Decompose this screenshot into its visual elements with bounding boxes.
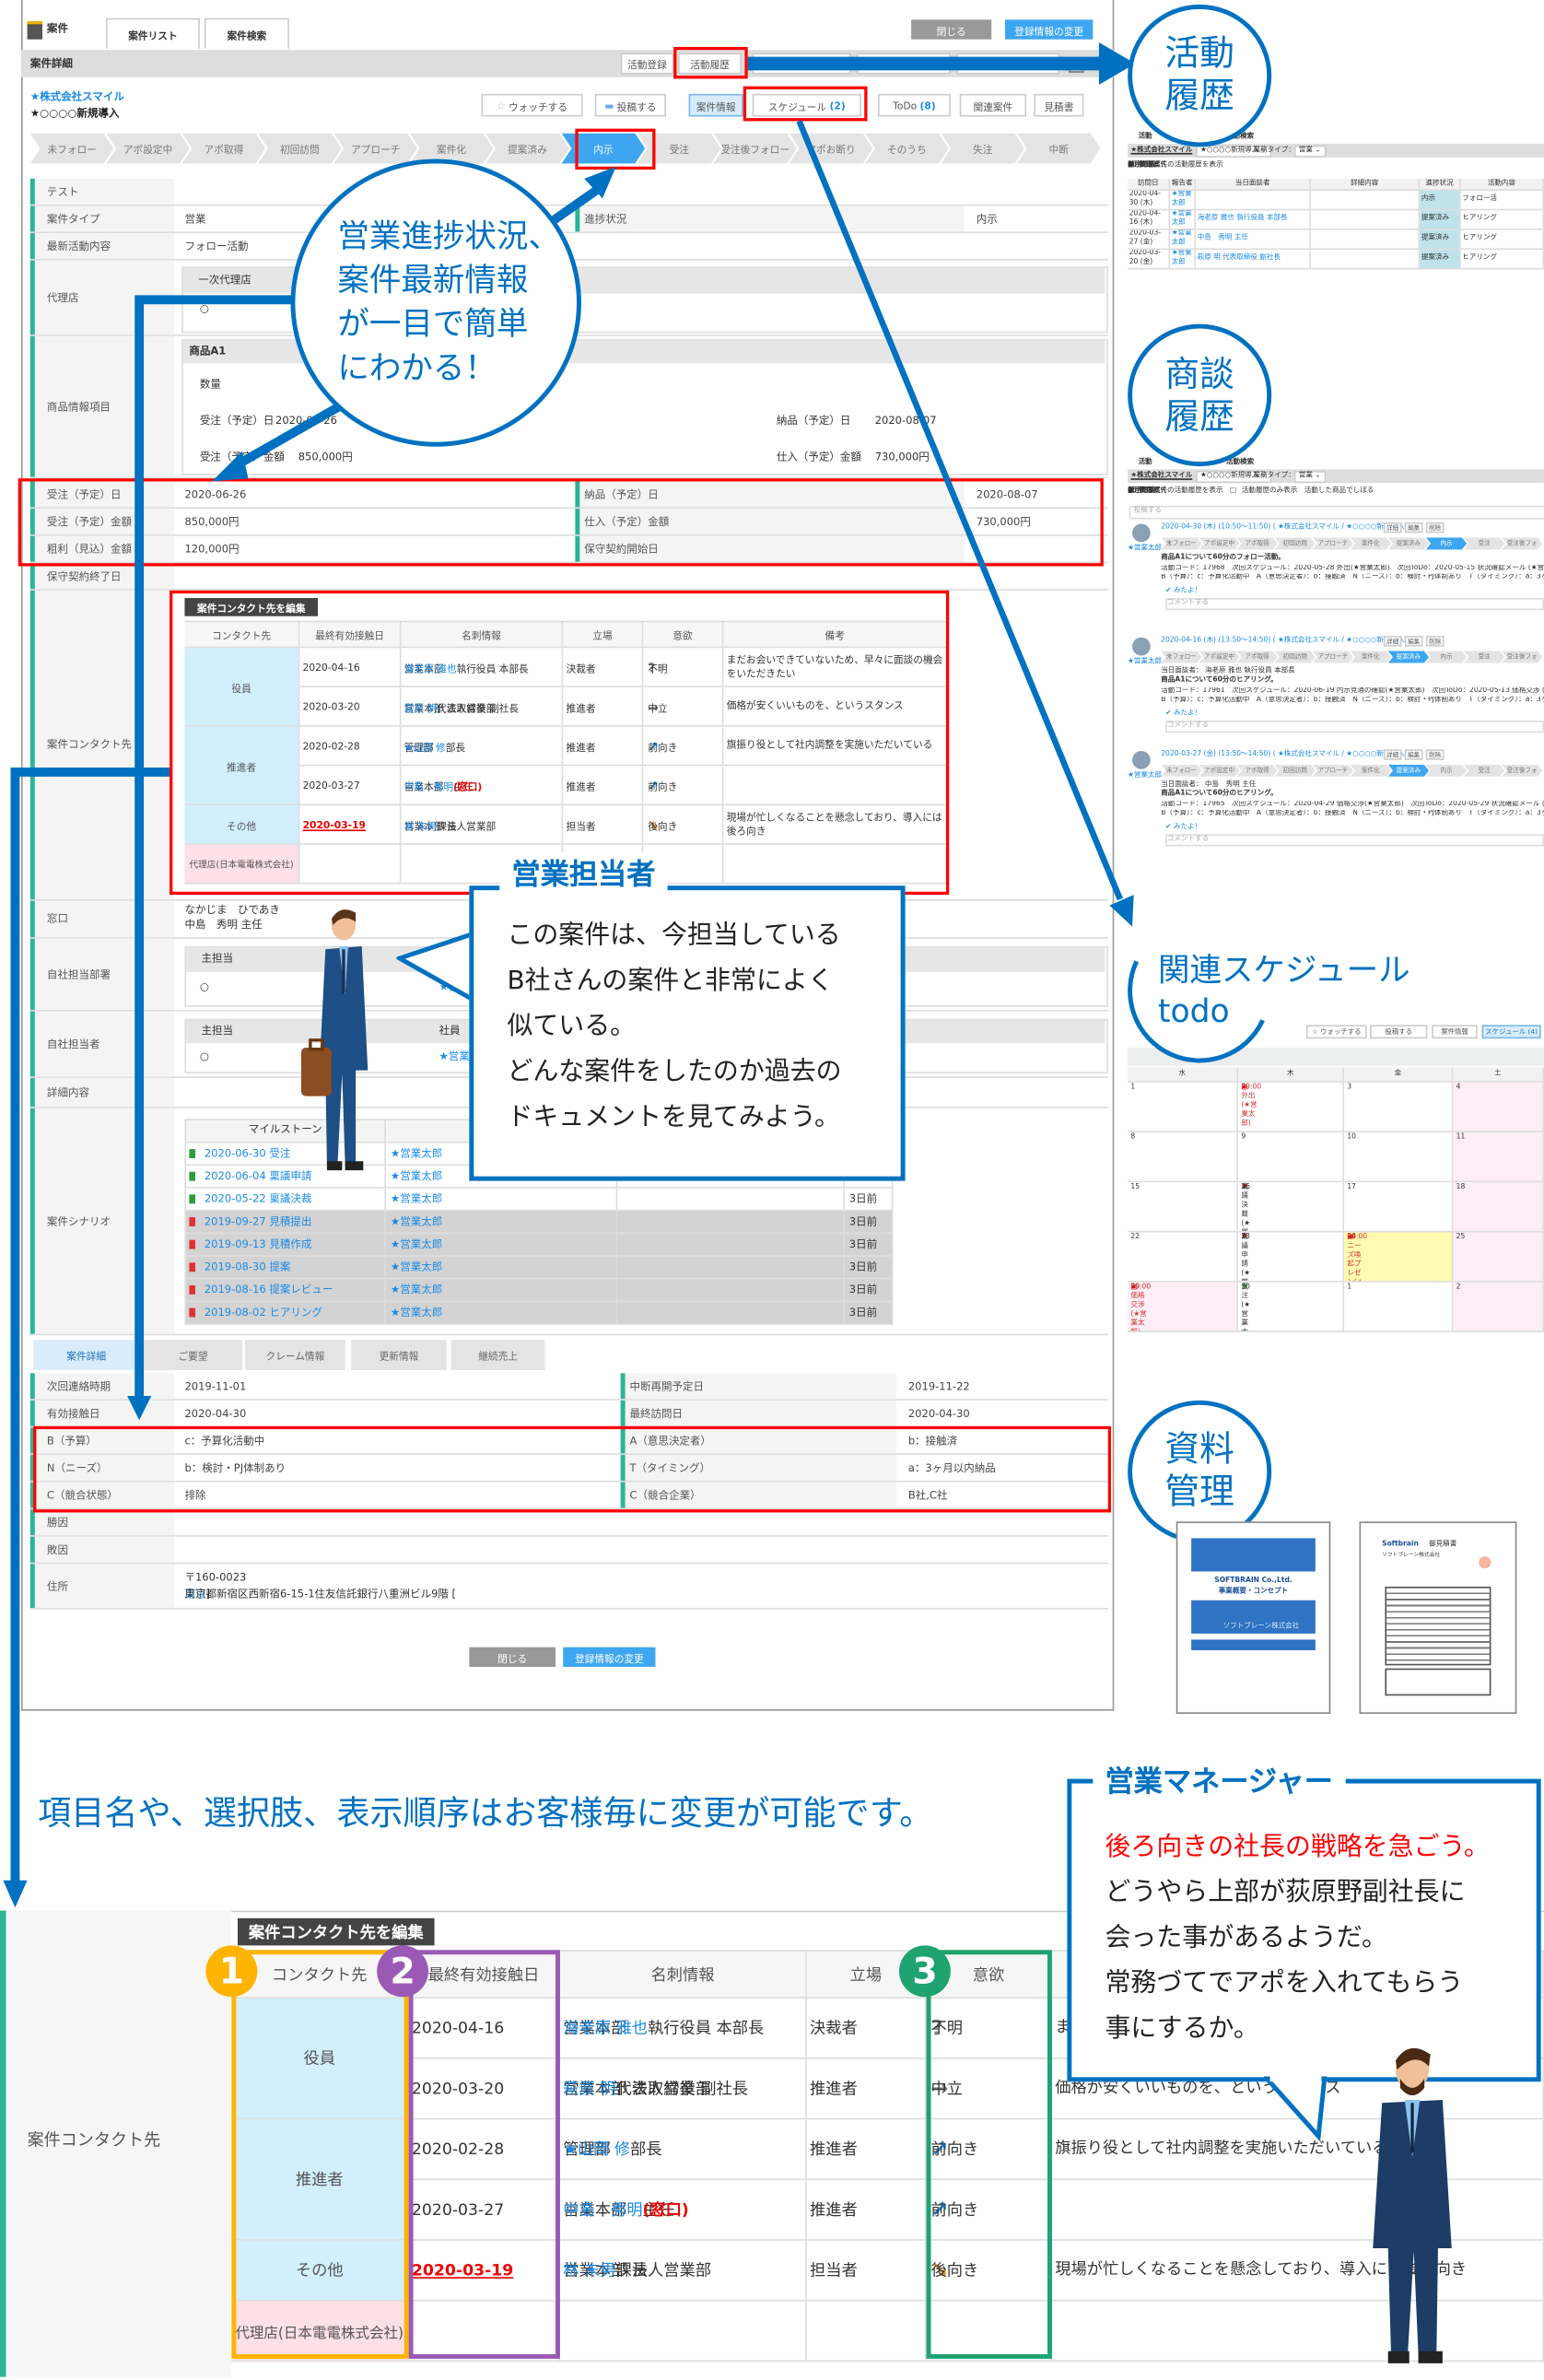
manager-highlight: 後ろ向きの社長の戦略を急ごう。 <box>1105 1832 1490 1863</box>
speech-tail <box>396 931 475 1003</box>
sales-rep-line: ドキュメントを見てみよう。 <box>507 1102 840 1133</box>
doc-company: ソフトブレーン株式会社 <box>1382 1552 1441 1558</box>
doc-title: 事業概要・コンセプト <box>1218 1588 1289 1596</box>
manager-illustration <box>1373 2047 1452 2363</box>
label-line: 資料 <box>1164 1430 1234 1471</box>
arrow-to-bant <box>135 295 294 1401</box>
arrowhead-icon <box>3 1880 28 1908</box>
doc-logo: SOFTBRAIN Co.,Ltd. <box>1214 1577 1293 1586</box>
remarks-box <box>1385 1668 1491 1696</box>
footer-bar <box>1191 1639 1316 1650</box>
activity-history-label: 活動 履歴 <box>1128 33 1271 118</box>
bubble-line: にわかる！ <box>337 349 497 386</box>
sales-rep-line: どんな案件をしたのか過去の <box>507 1056 842 1087</box>
bubble-line: 案件最新情報 <box>337 262 529 299</box>
cloud-banner <box>1191 1538 1316 1572</box>
manager-line: 事にするか。 <box>1105 2013 1259 2045</box>
label-line: 活動 <box>1164 34 1234 75</box>
arrow-to-schedule <box>796 120 1123 901</box>
quote-lines <box>1385 1586 1491 1666</box>
label-line: 商談 <box>1164 356 1234 395</box>
deal-history-label: 商談 履歴 <box>1128 354 1271 439</box>
bubble-line: 営業進捗状況、 <box>337 217 560 255</box>
manager-line: 会った事があるようだ。 <box>1105 1922 1387 1953</box>
label-line: 管理 <box>1164 1472 1234 1513</box>
manager-line: 常務づてでアポを入れてもらう <box>1105 1968 1464 1999</box>
seal-icon <box>1479 1556 1491 1569</box>
arrow-to-zoomed-table <box>10 768 170 1885</box>
sales-rep-line: この案件は、今担当している <box>507 920 841 951</box>
label-line: todo <box>1157 992 1230 1030</box>
label-line: 履歴 <box>1164 76 1234 117</box>
arrowhead-icon <box>1109 895 1134 927</box>
documents-label: 資料 管理 <box>1128 1429 1271 1514</box>
arrow-to-amounts <box>232 402 344 471</box>
progress-bubble-text: 営業進捗状況、 案件最新情報 が一目で簡単 にわかる！ <box>337 215 560 391</box>
sales-rep-line: B社さんの案件と非常によく <box>507 966 834 997</box>
bubble-line: が一目で簡単 <box>337 305 529 343</box>
arrowhead-icon <box>127 1395 152 1421</box>
document-thumbnail-quote[interactable]: Softbrain 御見積書 ソフトブレーン株式会社 <box>1359 1521 1517 1714</box>
doc-title: 御見積書 <box>1429 1541 1457 1549</box>
label-line: 履歴 <box>1164 398 1234 438</box>
sales-rep-line: 似ている。 <box>507 1011 637 1042</box>
schedule-label: 関連スケジュール todo <box>1158 951 1410 1033</box>
salesman-illustration <box>300 909 368 1171</box>
doc-logo: Softbrain <box>1382 1541 1419 1549</box>
label-line: 関連スケジュール <box>1157 952 1410 989</box>
arrowhead-icon <box>212 451 249 482</box>
document-thumbnail-concept[interactable]: SOFTBRAIN Co.,Ltd. 事業概要・コンセプト ソフトブレーン株式会… <box>1176 1521 1331 1714</box>
speech-tail <box>1263 2075 1328 2142</box>
infographic: 案件 案件リスト 案件検索 閉じる 登録情報の変更 案件詳細 活動登録 活動履歴… <box>0 0 1544 2380</box>
manager-title: 営業マネージャー <box>1093 1759 1346 1800</box>
doc-company: ソフトブレーン株式会社 <box>1222 1623 1300 1631</box>
manager-line: どうやら上部が荻原野副社長に <box>1105 1877 1466 1908</box>
sales-rep-title: 営業担当者 <box>499 852 668 894</box>
